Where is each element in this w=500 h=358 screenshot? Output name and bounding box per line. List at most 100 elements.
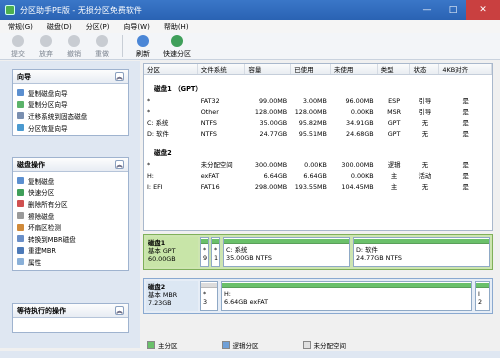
op-wipe-disk[interactable]: 擦除磁盘: [17, 210, 128, 222]
disk1-map-label: 磁盘1 基本 GPT 60.00GB: [146, 237, 198, 267]
part-top: *: [203, 290, 207, 298]
legend-primary: 主分区: [147, 340, 178, 350]
cell: exFAT: [200, 171, 220, 180]
table-row[interactable]: * Other 128.00MB 128.00MB 0.00KB MSR 引导 …: [144, 106, 492, 117]
menu-disk[interactable]: 磁盘(D): [47, 22, 72, 32]
col-type[interactable]: 类型: [378, 64, 411, 74]
partition-block-h[interactable]: H: 6.64GB exFAT: [221, 281, 472, 311]
usage-bar: [476, 283, 489, 288]
cell: FAT16: [200, 182, 220, 191]
legend-unallocated: 未分配空间: [302, 340, 346, 350]
table-row[interactable]: * 未分配空间 300.00MB 0.00KB 300.00MB 逻辑 无 是: [144, 159, 492, 170]
disk1-map[interactable]: 磁盘1 基本 GPT 60.00GB * 9 * 1 C: 系统 35.00GB…: [143, 234, 493, 270]
redo-icon: [96, 35, 108, 47]
table-row[interactable]: H: exFAT 6.64GB 6.64GB 0.00KB 主 活动 是: [144, 170, 492, 181]
op-quick-partition[interactable]: 快速分区: [17, 187, 128, 199]
refresh-label: 刷新: [136, 50, 150, 58]
close-button[interactable]: ✕: [466, 0, 500, 20]
col-filesystem[interactable]: 文件系统: [198, 64, 246, 74]
discard-label: 放弃: [39, 50, 53, 58]
cell: 0.00KB: [350, 107, 374, 116]
wizard-panel-title: 向导: [17, 72, 31, 81]
op-properties[interactable]: 属性: [17, 256, 128, 268]
op-copy-disk[interactable]: 复制磁盘: [17, 175, 128, 187]
menu-help[interactable]: 帮助(H): [164, 22, 189, 32]
refresh-icon: [137, 35, 149, 47]
disk2-map[interactable]: 磁盘2 基本 MBR 7.23GB * 3 H: 6.64GB exFAT I …: [143, 278, 493, 314]
collapse-icon[interactable]: ︽: [115, 306, 124, 315]
disk-type: 基本 MBR: [148, 291, 178, 299]
toolbar: 提交 放弃 撤销 重做 刷新 快速分区: [0, 33, 500, 60]
cell: ESP: [388, 96, 401, 105]
undo-label: 撤销: [67, 50, 81, 58]
refresh-button[interactable]: 刷新: [129, 33, 157, 59]
partition-block-msr[interactable]: * 1: [211, 237, 220, 267]
op-bad-sector[interactable]: 坏扇区检测: [17, 221, 128, 233]
wizard-copy-disk[interactable]: 复制磁盘向导: [17, 87, 128, 99]
title-bar: 分区助手PE版 - 无损分区免费软件 — □ ✕: [0, 0, 500, 20]
copy-disk-icon: [17, 177, 24, 185]
op-rebuild-mbr[interactable]: 重建MBR: [17, 245, 128, 257]
partition-block-esp[interactable]: * 9: [200, 237, 209, 267]
table-row[interactable]: D: 软件 NTFS 24.77GB 95.51MB 24.68GB GPT 无…: [144, 128, 492, 139]
cell: 逻辑: [387, 161, 401, 169]
cell: 引导: [418, 108, 432, 116]
redo-button[interactable]: 重做: [88, 33, 116, 59]
table-row[interactable]: C: 系统 NTFS 35.00GB 95.82MB 34.91GB GPT 无…: [144, 117, 492, 128]
submit-button[interactable]: 提交: [4, 33, 32, 59]
cell: MSR: [387, 107, 402, 116]
pending-panel: 等待执行的操作 ︽: [12, 303, 129, 333]
col-partition[interactable]: 分区: [144, 64, 198, 74]
partition-block-c[interactable]: C: 系统 35.00GB NTFS: [223, 237, 350, 267]
op-delete-all[interactable]: 删除所有分区: [17, 198, 128, 210]
collapse-icon[interactable]: ︽: [115, 72, 124, 81]
table-row[interactable]: I: EFI FAT16 298.00MB 193.55MB 104.45MB …: [144, 181, 492, 192]
col-status[interactable]: 状态: [410, 64, 440, 74]
quick-partition-button[interactable]: 快速分区: [157, 33, 197, 59]
disk-ops-panel-header[interactable]: 磁盘操作 ︽: [13, 158, 128, 172]
col-align[interactable]: 4KB对齐: [439, 64, 492, 74]
left-sidebar: 向导 ︽ 复制磁盘向导 复制分区向导 迁移系统到固态磁盘 分区恢复向导 磁盘操作…: [0, 61, 140, 348]
cell: 6.64GB: [303, 171, 327, 180]
col-capacity[interactable]: 容量: [245, 64, 292, 74]
maximize-button[interactable]: □: [440, 0, 466, 20]
disk-ops-panel-title: 磁盘操作: [17, 160, 45, 169]
quick-partition-label: 快速分区: [163, 50, 191, 58]
part-top: H:: [224, 290, 231, 298]
cell: *: [147, 107, 151, 116]
pending-panel-header[interactable]: 等待执行的操作 ︽: [13, 304, 128, 318]
discard-button[interactable]: 放弃: [32, 33, 60, 59]
cell: 引导: [418, 97, 432, 105]
menu-general[interactable]: 常规(G): [8, 22, 33, 32]
menu-wizard[interactable]: 向导(W): [123, 22, 149, 32]
quick-partition-icon: [17, 188, 24, 196]
disk-name: 磁盘1: [148, 239, 166, 247]
disk1-header[interactable]: 磁盘1 （GPT）: [144, 81, 492, 95]
undo-button[interactable]: 撤销: [60, 33, 88, 59]
cell: 95.82MB: [298, 118, 327, 127]
cell: 是: [462, 161, 469, 169]
collapse-icon[interactable]: ︽: [115, 160, 124, 169]
cell: 95.51MB: [298, 129, 327, 138]
menu-partition[interactable]: 分区(P): [86, 22, 110, 32]
table-row[interactable]: * FAT32 99.00MB 3.00MB 96.00MB ESP 引导 是: [144, 95, 492, 106]
window-controls: — □ ✕: [414, 0, 500, 20]
partition-block-d[interactable]: D: 软件 24.77GB NTFS: [353, 237, 490, 267]
minimize-button[interactable]: —: [414, 0, 440, 20]
wizard-panel-header[interactable]: 向导 ︽: [13, 70, 128, 84]
wizard-migrate-os[interactable]: 迁移系统到固态磁盘: [17, 110, 128, 122]
cell: C: 系统: [147, 119, 169, 127]
wizard-copy-partition[interactable]: 复制分区向导: [17, 99, 128, 111]
partition-block-i[interactable]: I 2: [475, 281, 490, 311]
pending-panel-title: 等待执行的操作: [17, 306, 66, 315]
cell: 是: [462, 119, 469, 127]
partition-block-unallocated[interactable]: * 3: [200, 281, 218, 311]
col-unused[interactable]: 未使用: [331, 64, 378, 74]
col-used[interactable]: 已使用: [291, 64, 331, 74]
legend-logical: 逻辑分区: [221, 340, 259, 350]
wizard-partition-recovery[interactable]: 分区恢复向导: [17, 122, 128, 134]
cell: 无: [421, 161, 429, 169]
op-convert-mbr[interactable]: 转换到MBR磁盘: [17, 233, 128, 245]
disk2-header[interactable]: 磁盘2: [144, 145, 492, 159]
disk-size: 7.23GB: [148, 299, 172, 307]
